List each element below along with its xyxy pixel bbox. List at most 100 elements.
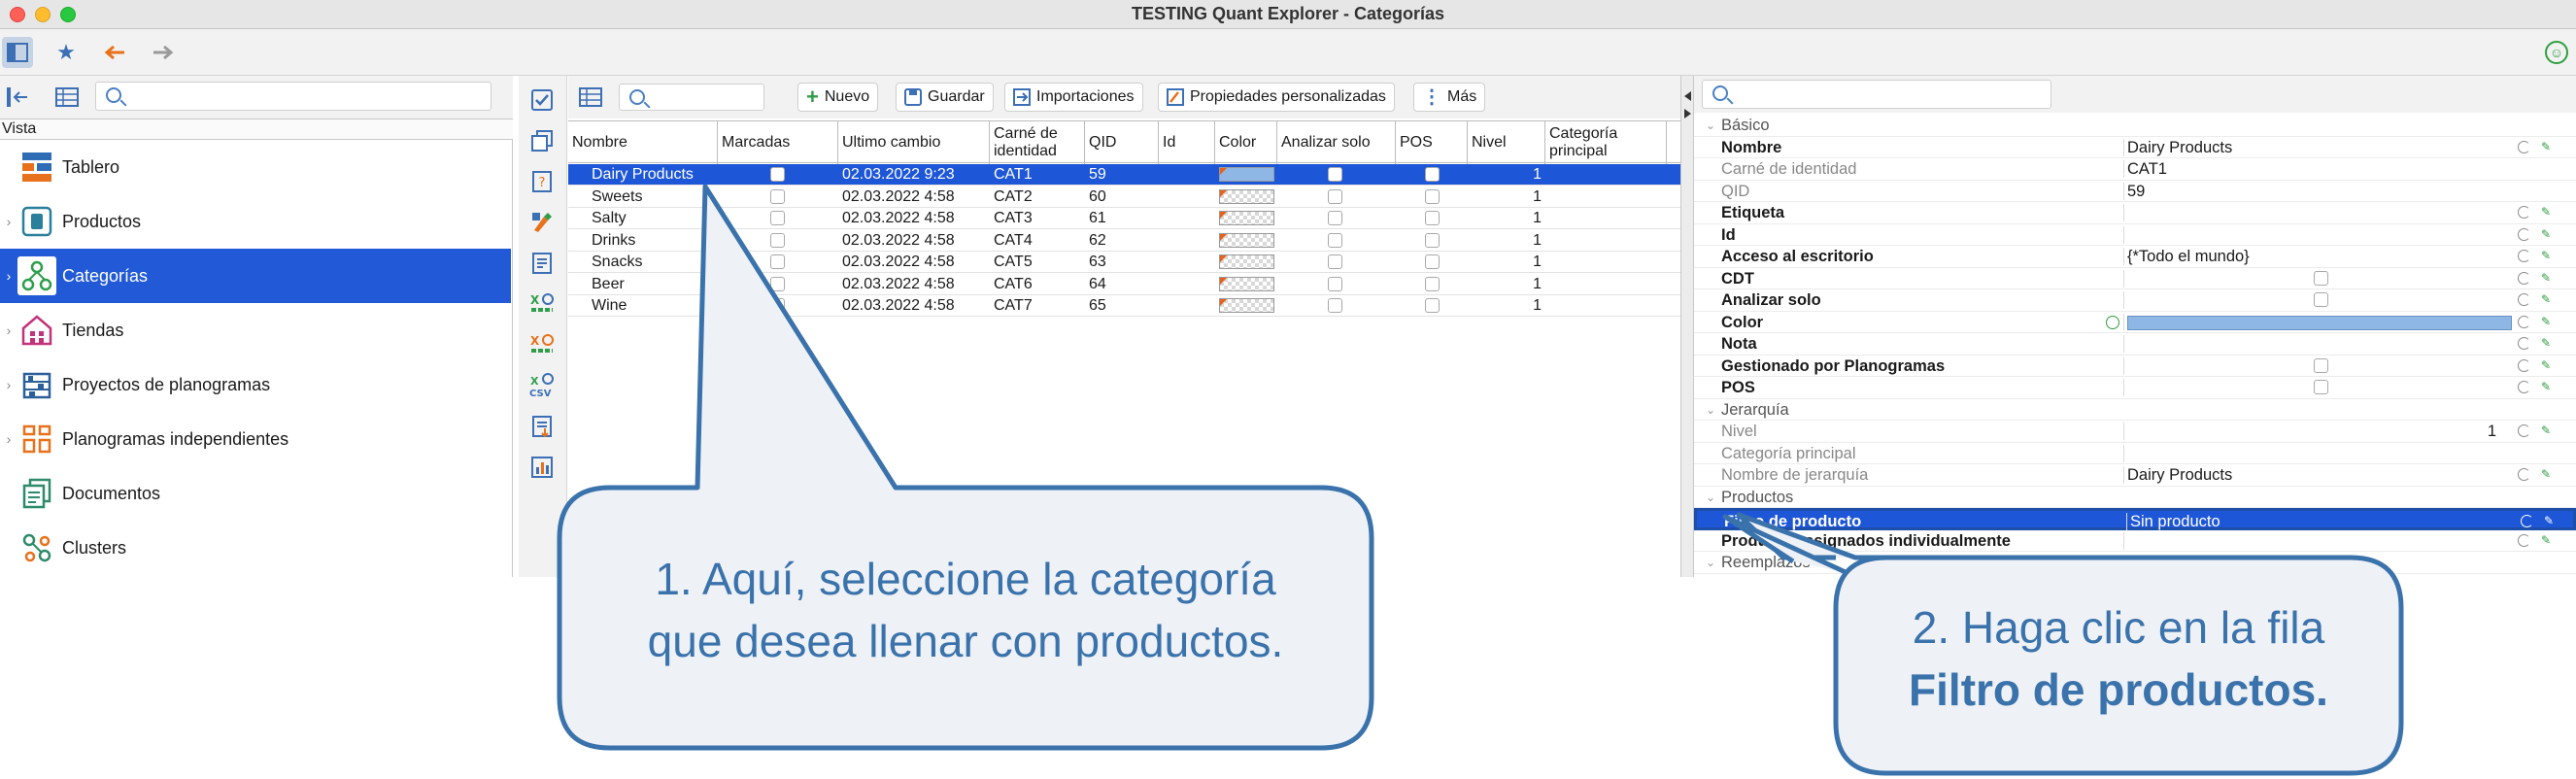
property-group[interactable]: ⌄ Básico (1694, 115, 2576, 137)
checklist-icon[interactable] (527, 85, 557, 115)
edit-icon[interactable]: ✎ (2541, 271, 2555, 285)
pos-checkbox[interactable] (1425, 276, 1440, 291)
pos-checkbox[interactable] (1425, 167, 1440, 182)
marked-checkbox[interactable] (770, 254, 785, 269)
analyze-only-checkbox[interactable] (1328, 298, 1342, 313)
analyze-only-checkbox[interactable] (1328, 232, 1342, 248)
collapse-tree-icon[interactable] (6, 85, 31, 109)
property-group[interactable]: ⌄ Productos (1694, 487, 2576, 508)
nav-item-tablero[interactable]: Tablero (0, 140, 511, 194)
grid-search-input[interactable] (619, 84, 764, 111)
reset-icon[interactable] (2518, 206, 2530, 219)
property-checkbox[interactable] (2314, 357, 2328, 373)
nav-item-clusters[interactable]: Clusters (0, 521, 511, 575)
property-row[interactable]: Id ✎ (1694, 224, 2576, 246)
property-row[interactable]: Nivel 1 ✎ (1694, 421, 2576, 443)
column-header-id[interactable]: Id (1159, 121, 1215, 164)
column-header-ultimo-cambio[interactable]: Ultimo cambio (838, 121, 990, 164)
property-row[interactable]: Productos asignados individualmente ✎ (1694, 530, 2576, 552)
property-row[interactable]: Filtro de producto Sin producto ✎ (1694, 508, 2576, 530)
property-value[interactable]: {*Todo el mundo} (2127, 246, 2496, 267)
nav-item-planogramas-independientes[interactable]: › Planogramas independientes (0, 412, 511, 466)
chevron-down-icon[interactable]: ⌄ (1706, 399, 1715, 421)
pos-checkbox[interactable] (1425, 298, 1440, 313)
analyze-only-checkbox[interactable] (1328, 188, 1342, 204)
color-picker-icon[interactable] (2106, 315, 2119, 329)
color-swatch[interactable] (1219, 254, 1274, 269)
reset-icon[interactable] (2518, 337, 2530, 350)
column-header-pos[interactable]: POS (1396, 121, 1468, 164)
table-layout-icon[interactable] (578, 85, 603, 109)
column-header-categoria-principal[interactable]: Categoría principal (1545, 121, 1667, 164)
reset-icon[interactable] (2518, 293, 2530, 306)
property-row[interactable]: Nombre Dairy Products ✎ (1694, 137, 2576, 158)
favorites-star-icon[interactable]: ★ (51, 37, 82, 68)
marked-checkbox[interactable] (770, 298, 785, 313)
new-button[interactable]: + Nuevo (797, 83, 879, 112)
sort-list-icon[interactable] (527, 412, 557, 441)
property-row[interactable]: Carné de identidad CAT1 (1694, 158, 2576, 181)
property-row[interactable]: Analizar solo ✎ (1694, 289, 2576, 312)
nav-item-documentos[interactable]: Documentos (0, 466, 511, 521)
copy-icon[interactable] (527, 126, 557, 155)
panel-splitter[interactable] (1680, 76, 1694, 577)
edit-icon[interactable]: ✎ (2541, 140, 2555, 153)
more-button[interactable]: ⋮ Más (1413, 83, 1486, 112)
collapse-right-icon[interactable] (1684, 109, 1691, 119)
color-swatch[interactable] (1219, 232, 1274, 248)
table-row[interactable]: Sweets 02.03.2022 4:58 CAT2 60 1 (568, 186, 1680, 208)
property-checkbox[interactable] (2314, 292, 2328, 307)
navigation-search-input[interactable] (95, 82, 491, 111)
analyze-only-checkbox[interactable] (1328, 167, 1342, 182)
color-value-bar[interactable] (2127, 315, 2512, 330)
property-row[interactable]: Gestionado por Planogramas ✎ (1694, 356, 2576, 377)
property-checkbox[interactable] (2314, 380, 2328, 394)
reset-icon[interactable] (2518, 381, 2530, 393)
reset-icon[interactable] (2521, 515, 2533, 527)
custom-properties-button[interactable]: Propiedades personalizadas (1158, 83, 1395, 112)
property-row[interactable]: Etiqueta ✎ (1694, 202, 2576, 224)
column-header-nombre[interactable]: Nombre (568, 121, 718, 164)
edit-marker-icon[interactable] (527, 208, 557, 237)
property-group[interactable]: ⌄ Jerarquía (1694, 399, 2576, 421)
color-swatch[interactable] (1219, 211, 1274, 225)
color-swatch[interactable] (1219, 276, 1274, 291)
color-swatch[interactable] (1219, 298, 1274, 313)
export-excel-icon[interactable]: X (527, 289, 557, 319)
reset-icon[interactable] (2518, 271, 2530, 285)
pos-checkbox[interactable] (1425, 211, 1440, 225)
table-row[interactable]: Dairy Products 02.03.2022 9:23 CAT1 59 1 (568, 164, 1680, 186)
edit-icon[interactable]: ✎ (2541, 358, 2555, 372)
property-value[interactable]: Dairy Products (2127, 137, 2496, 158)
chevron-down-icon[interactable]: ⌄ (1706, 552, 1715, 573)
properties-search-input[interactable] (1702, 80, 2051, 109)
edit-icon[interactable]: ✎ (2541, 533, 2555, 547)
edit-icon[interactable]: ✎ (2541, 380, 2555, 393)
table-view-icon[interactable] (54, 85, 80, 109)
edit-icon[interactable]: ✎ (2541, 423, 2555, 437)
property-row[interactable]: Acceso al escritorio {*Todo el mundo} ✎ (1694, 246, 2576, 268)
reset-icon[interactable] (2518, 424, 2530, 437)
edit-icon[interactable]: ✎ (2541, 249, 2555, 262)
edit-icon[interactable]: ✎ (2541, 292, 2555, 306)
list-document-icon[interactable] (527, 249, 557, 278)
edit-icon[interactable]: ✎ (2541, 467, 2555, 481)
reset-icon[interactable] (2518, 250, 2530, 262)
edit-icon[interactable]: ✎ (2541, 315, 2555, 328)
property-row[interactable]: Nota ✎ (1694, 333, 2576, 356)
property-value[interactable]: 1 (2127, 421, 2496, 442)
chevron-down-icon[interactable]: ⌄ (1706, 487, 1715, 508)
column-header-analizar-solo[interactable]: Analizar solo (1277, 121, 1396, 164)
pos-checkbox[interactable] (1425, 232, 1440, 248)
edit-icon[interactable]: ✎ (2541, 336, 2555, 350)
table-row[interactable]: Salty 02.03.2022 4:58 CAT3 61 1 (568, 208, 1680, 229)
color-swatch[interactable] (1219, 167, 1274, 182)
marked-checkbox[interactable] (770, 232, 785, 248)
nav-item-tiendas[interactable]: › Tiendas (0, 303, 511, 357)
marked-checkbox[interactable] (770, 211, 785, 225)
table-row[interactable]: Snacks 02.03.2022 4:58 CAT5 63 1 (568, 252, 1680, 273)
reset-icon[interactable] (2518, 315, 2530, 328)
property-row[interactable]: Color ✎ (1694, 312, 2576, 333)
help-document-icon[interactable]: ? (527, 167, 557, 196)
edit-icon[interactable]: ✎ (2541, 227, 2555, 241)
